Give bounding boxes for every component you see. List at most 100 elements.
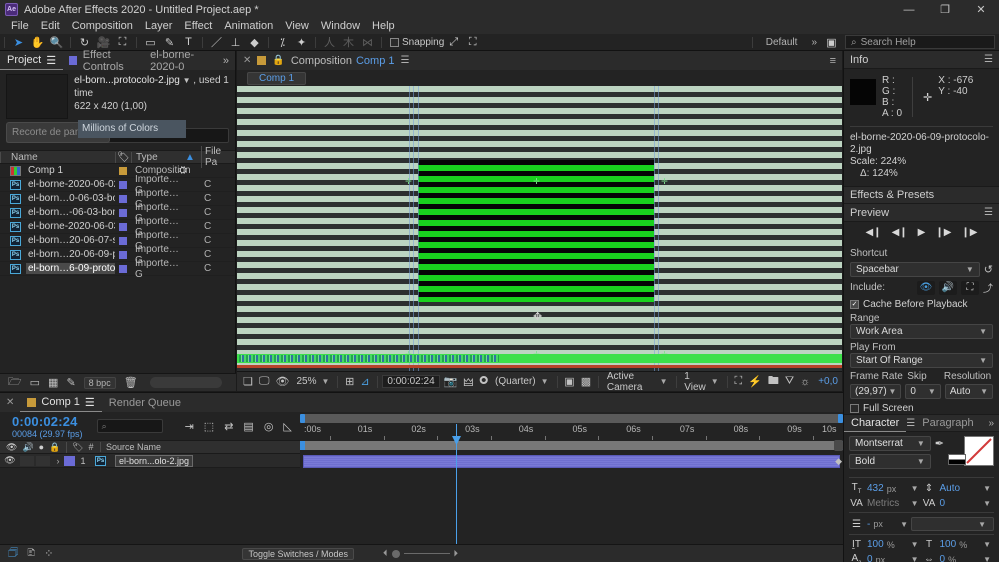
time-navigator-end-handle[interactable] — [838, 414, 843, 423]
eye-icon[interactable]: 👁 — [917, 280, 935, 295]
new-folder-icon[interactable]: 🗁 — [8, 373, 22, 392]
draft-3d-icon[interactable]: ⬚ — [204, 420, 214, 433]
workspace-menu-icon[interactable]: ▣ — [822, 34, 841, 50]
table-row[interactable]: Psel-born…20-06-09-protocolo.jpgImporte…… — [0, 244, 235, 266]
range-select[interactable]: Work Area ▼ — [850, 324, 993, 339]
menu-composition[interactable]: Composition — [66, 19, 139, 34]
maximize-button[interactable]: ❐ — [927, 0, 963, 19]
roto-brush-tool[interactable]: ⁒ — [273, 34, 292, 50]
resolution-select[interactable]: Auto ▼ — [944, 384, 993, 399]
menu-edit[interactable]: Edit — [35, 19, 66, 34]
tracking-control[interactable]: VA 0 ▼ — [922, 498, 995, 509]
interpret-footage-icon[interactable]: ✎ — [66, 376, 75, 389]
column-name[interactable]: Name — [0, 151, 115, 163]
sort-ascending-icon[interactable]: ▲ — [179, 152, 201, 163]
puppet-starch-tool[interactable]: ⋈ — [358, 34, 377, 50]
skip-select[interactable]: 0 ▼ — [905, 384, 941, 399]
panel-menu-icon[interactable]: ☰ — [906, 418, 915, 429]
camera-view-dropdown[interactable]: Active Camera ▼ — [604, 371, 671, 393]
collapse-icon[interactable]: ≡ — [830, 55, 842, 67]
play-from-select[interactable]: Start Of Range ▼ — [850, 353, 993, 368]
eye-icon[interactable]: 👁 — [6, 442, 17, 453]
fast-preview-icon[interactable]: ⚡ — [746, 375, 764, 388]
timeline-ruler[interactable]: :00s 01s 02s 03s 04s 05s 06s 07s 08s 09s 10s — [300, 424, 843, 440]
panel-menu-icon[interactable]: ☰ — [984, 54, 993, 65]
next-frame-button[interactable]: ❙▶ — [935, 227, 951, 238]
leading-control[interactable]: ⇕ Auto ▼ — [922, 483, 995, 494]
comp-current-time[interactable]: 0:00:02:24 — [382, 375, 440, 388]
timeline-time-display[interactable]: 0:00:02:24 00084 (29.97 fps) — [0, 414, 83, 439]
effects-presets-panel-header[interactable]: Effects & Presets — [844, 186, 999, 204]
exposure-value[interactable]: +0,0 — [814, 376, 842, 387]
lock-icon[interactable]: 🔒 — [272, 55, 284, 66]
horizontal-scale-control[interactable]: T 100 % ▼ — [922, 539, 995, 550]
speaker-icon[interactable]: 🔊 — [939, 280, 957, 295]
layer-duration-bar[interactable] — [303, 455, 840, 468]
snapping-checkbox[interactable] — [390, 37, 399, 47]
table-row[interactable]: Comp 1 Composition ⛭ — [0, 164, 235, 178]
menu-effect[interactable]: Effect — [178, 19, 218, 34]
zoom-tool[interactable]: 🔍 — [47, 34, 66, 50]
current-time-indicator[interactable] — [452, 424, 461, 545]
table-row[interactable]: Psel-born…0-06-03-bomberas.jpgImporte…GC — [0, 188, 235, 210]
hand-tool[interactable]: ✋ — [28, 34, 47, 50]
last-frame-button[interactable]: ❙▶ — [961, 227, 977, 238]
work-area-start-handle[interactable] — [300, 441, 305, 450]
stroke-color-swatch[interactable] — [948, 454, 966, 465]
layer-solo-cell[interactable] — [36, 455, 50, 466]
close-icon[interactable]: ✕ — [0, 397, 20, 408]
asset-label-swatch[interactable] — [115, 166, 131, 175]
zoom-in-icon[interactable]: ⏵ — [454, 548, 459, 559]
menu-help[interactable]: Help — [366, 19, 401, 34]
motion-blur-icon[interactable]: ◎ — [264, 420, 274, 433]
minimize-button[interactable]: — — [891, 0, 927, 19]
region-interest-icon[interactable]: ▣ — [562, 375, 576, 388]
eyedropper-icon[interactable]: ✒ — [935, 437, 944, 450]
asset-label-swatch[interactable] — [115, 250, 131, 259]
timeline-search-input[interactable]: ⌕ — [96, 419, 163, 433]
panel-menu-icon[interactable]: ☰ — [984, 207, 993, 218]
composition-mini-flowchart-icon[interactable]: ⇥ — [185, 420, 194, 433]
color-depth-button[interactable]: 8 bpc — [83, 376, 116, 389]
menu-layer[interactable]: Layer — [139, 19, 179, 34]
table-row[interactable]: Psel-borne-2020-06-03-volks.jpgImporte…G… — [0, 216, 235, 238]
panel-expand-chevron-icon[interactable]: » — [988, 418, 999, 429]
lock-icon[interactable]: 🔒 — [49, 442, 60, 453]
tab-effect-controls[interactable]: Effect Controls el-borne-2020-0 — [63, 49, 223, 73]
puppet-bend-tool[interactable]: 木 — [339, 34, 358, 50]
baseline-shift-control[interactable]: Aa 0 px ▼ — [849, 553, 922, 562]
close-button[interactable]: ✕ — [963, 0, 999, 19]
hide-shy-layers-icon[interactable]: ⇄ — [224, 420, 233, 433]
trash-icon[interactable]: 🗑 — [124, 376, 138, 389]
asset-label-swatch[interactable] — [115, 264, 131, 273]
tab-paragraph[interactable]: Paragraph — [915, 414, 980, 432]
mini-flowchart-icon[interactable]: 🗇 — [8, 544, 18, 562]
table-row[interactable]: Psel-born…20-06-07-san-luis.jpgImporte…G… — [0, 230, 235, 252]
time-navigator-start-handle[interactable] — [300, 414, 305, 423]
clone-stamp-tool[interactable]: ⊥ — [226, 34, 245, 50]
full-screen-toggle[interactable]: ✓ Full Screen — [850, 403, 993, 414]
panel-menu-icon[interactable]: ☰ — [401, 55, 410, 66]
tab-character[interactable]: Character — [844, 414, 907, 432]
search-help-field[interactable]: ⌕ Search Help — [845, 35, 995, 49]
solo-icon[interactable]: ● — [39, 442, 44, 452]
comp-subtab-button[interactable]: Comp 1 — [247, 71, 307, 85]
motion-blur-footer-icon[interactable]: ⁘ — [44, 547, 53, 560]
speaker-icon[interactable]: 🔊 — [22, 442, 33, 453]
zoom-level-dropdown[interactable]: 25% ▼ — [293, 376, 332, 387]
table-row[interactable]: Ps el-born…6-09-protocolo-2.jpg Importe…G C — [0, 258, 235, 280]
puppet-overlap-tool[interactable]: 人 — [320, 34, 339, 50]
timeline-zoom-slider[interactable]: ⏴ ⏵ — [383, 548, 458, 559]
overlays-icon[interactable]: ⛶ — [961, 280, 979, 295]
stroke-type-select[interactable]: ▼ — [911, 517, 994, 531]
cache-before-playback-toggle[interactable]: ✓ Cache Before Playback — [850, 299, 993, 310]
table-row[interactable]: Psel-born…-06-03-bomberas-2.jpgImporte…G… — [0, 202, 235, 224]
workspace-chevron-icon[interactable]: » — [806, 37, 822, 48]
tab-project[interactable]: Project ☰ — [0, 51, 64, 70]
camera-icon[interactable]: 📷 — [442, 375, 460, 388]
composition-viewer-canvas[interactable]: ✛ ✛ ✛ ✛ ✛ ✛ ✥ — [237, 86, 842, 371]
panel-menu-icon[interactable]: ☰ — [85, 396, 95, 409]
asset-label-swatch[interactable] — [115, 180, 131, 189]
grid-icon[interactable]: ⊞ — [343, 375, 356, 388]
workspace-name[interactable]: Default — [757, 37, 807, 48]
